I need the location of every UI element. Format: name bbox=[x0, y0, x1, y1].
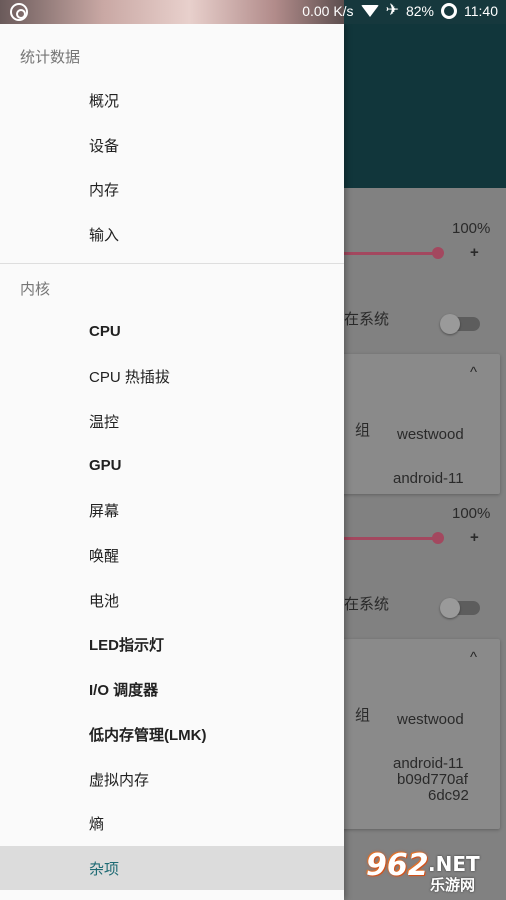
nav-item-memory[interactable]: 内存 bbox=[0, 167, 344, 211]
bg-group-label-1: 组 bbox=[355, 422, 371, 439]
watermark-digits: 962 bbox=[366, 848, 429, 883]
nav-item-io-scheduler[interactable]: I/O 调度器 bbox=[0, 667, 344, 711]
bg-percent-1: 100% bbox=[452, 220, 491, 237]
bg-card-2 bbox=[318, 639, 500, 829]
bg-percent-2: 100% bbox=[452, 505, 491, 522]
bg-plus-2: + bbox=[470, 529, 479, 546]
wallpaper-strip bbox=[0, 0, 344, 24]
bg-switch-2 bbox=[440, 598, 480, 618]
bg-governor-2: westwood bbox=[397, 711, 464, 728]
nav-item-thermal[interactable]: 温控 bbox=[0, 399, 344, 443]
nav-item-screen[interactable]: 屏幕 bbox=[0, 488, 344, 532]
bg-slider-2 bbox=[344, 537, 438, 540]
drawer-divider bbox=[0, 263, 344, 264]
watermark-net: .NET bbox=[428, 852, 480, 876]
bg-plus-1: + bbox=[470, 244, 479, 261]
bg-chevron-1: ^ bbox=[470, 364, 478, 381]
nav-item-cpu-hotplug[interactable]: CPU 热插拔 bbox=[0, 354, 344, 398]
airplane-icon: ✈ bbox=[385, 2, 399, 19]
nav-item-gpu[interactable]: GPU bbox=[0, 443, 344, 487]
bg-system-label-2: 在系统 bbox=[344, 596, 390, 613]
bg-group-label-2: 组 bbox=[355, 707, 371, 724]
nav-item-wake[interactable]: 唤醒 bbox=[0, 533, 344, 577]
nav-item-lmk[interactable]: 低内存管理(LMK) bbox=[0, 712, 344, 756]
nav-item-battery[interactable]: 电池 bbox=[0, 578, 344, 622]
bg-build-2: android-11 bbox=[393, 755, 464, 772]
nav-item-cpu[interactable]: CPU bbox=[0, 309, 344, 353]
bg-governor-1: westwood bbox=[397, 426, 464, 443]
nav-item-virtual-memory[interactable]: 虚拟内存 bbox=[0, 757, 344, 801]
bg-build-2b: b09d770af bbox=[397, 771, 468, 788]
bg-build-2c: 6dc92 bbox=[428, 787, 469, 804]
bg-switch-1 bbox=[440, 314, 480, 334]
battery-icon bbox=[441, 3, 457, 19]
bg-slider-1 bbox=[344, 252, 438, 255]
clock: 11:40 bbox=[464, 3, 498, 19]
bg-system-label-1: 在系统 bbox=[344, 311, 390, 328]
nav-item-device[interactable]: 设备 bbox=[0, 123, 344, 167]
nav-item-led[interactable]: LED指示灯 bbox=[0, 622, 344, 666]
bg-slider-thumb-1 bbox=[432, 247, 444, 259]
nav-item-input[interactable]: 输入 bbox=[0, 212, 344, 256]
wifi-icon bbox=[360, 5, 379, 17]
bg-build-1: android-11 bbox=[393, 470, 464, 487]
navigation-drawer: 统计数据 概况 设备 内存 输入 内核 CPU CPU 热插拔 温控 GPU 屏… bbox=[0, 24, 344, 900]
nav-item-entropy[interactable]: 熵 bbox=[0, 801, 344, 845]
section-header-stats: 统计数据 bbox=[20, 49, 81, 66]
battery-percent: 82% bbox=[405, 3, 434, 19]
bg-slider-thumb-2 bbox=[432, 532, 444, 544]
section-header-kernel: 内核 bbox=[20, 281, 51, 298]
bg-chevron-2: ^ bbox=[470, 649, 478, 666]
network-speed: 0.00 K/s bbox=[302, 3, 354, 19]
nav-item-overview[interactable]: 概况 bbox=[0, 78, 344, 122]
site-watermark-logo: 962 .NET 乐游网 bbox=[366, 848, 500, 896]
nav-item-misc[interactable]: 杂项 bbox=[0, 846, 344, 890]
app-notification-icon bbox=[10, 3, 28, 21]
status-bar: 0.00 K/s ✈ 82% 11:40 bbox=[0, 0, 506, 24]
watermark-site: 乐游网 bbox=[430, 877, 476, 894]
